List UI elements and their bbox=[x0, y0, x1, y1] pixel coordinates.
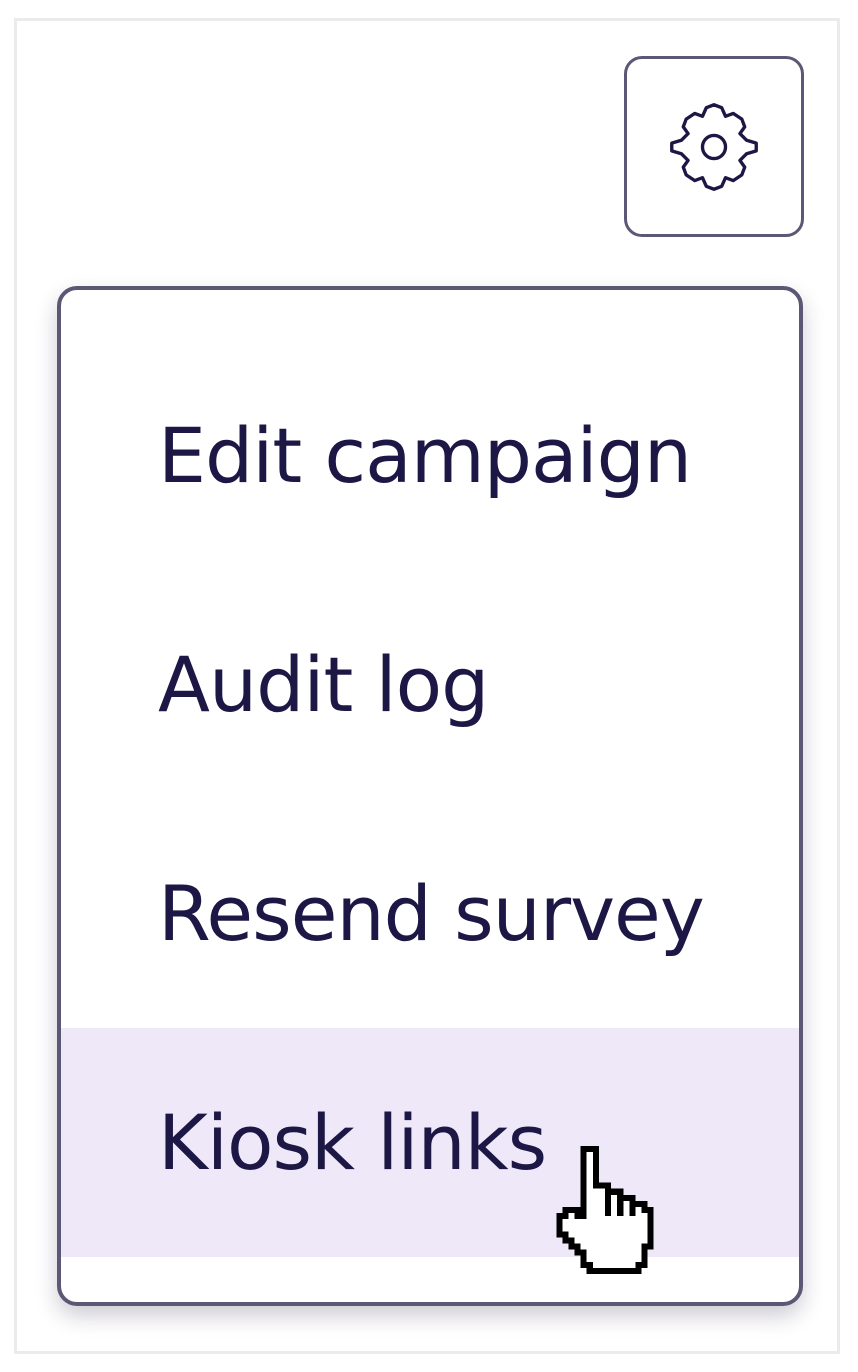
menu-item-label: Edit campaign bbox=[158, 411, 692, 500]
menu-item-resend-survey[interactable]: Resend survey bbox=[61, 799, 799, 1028]
menu-item-edit-campaign[interactable]: Edit campaign bbox=[61, 341, 799, 570]
gear-icon bbox=[670, 102, 758, 191]
settings-button[interactable] bbox=[624, 56, 804, 237]
menu-item-label: Kiosk links bbox=[158, 1098, 547, 1187]
settings-dropdown-menu: Edit campaign Audit log Resend survey Ki… bbox=[57, 286, 803, 1306]
menu-item-audit-log[interactable]: Audit log bbox=[61, 570, 799, 799]
menu-item-kiosk-links[interactable]: Kiosk links bbox=[61, 1028, 799, 1257]
menu-item-label: Resend survey bbox=[158, 869, 705, 958]
menu-item-label: Audit log bbox=[158, 640, 489, 729]
